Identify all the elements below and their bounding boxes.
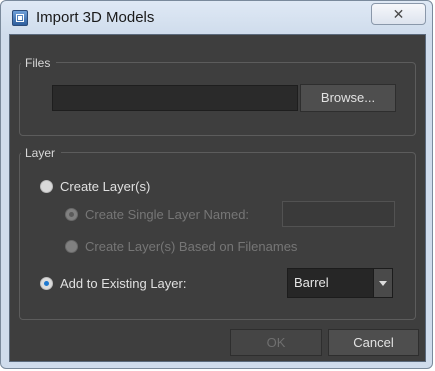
close-icon: ✕ — [392, 6, 405, 22]
chevron-down-icon[interactable] — [373, 269, 392, 297]
file-path-field[interactable] — [52, 85, 298, 111]
add-existing-layer-label: Add to Existing Layer: — [60, 276, 187, 291]
close-button[interactable]: ✕ — [371, 3, 426, 25]
import-3d-models-dialog: Import 3D Models ✕ Files Browse... Layer… — [0, 0, 433, 369]
create-by-filenames-radio — [65, 240, 78, 253]
layer-group-label: Layer — [21, 146, 62, 160]
files-group-label: Files — [21, 56, 57, 70]
app-icon — [12, 10, 28, 26]
create-layers-radio[interactable] — [40, 180, 53, 193]
ok-button[interactable]: OK — [230, 329, 322, 356]
single-layer-name-field — [282, 201, 395, 227]
create-by-filenames-label: Create Layer(s) Based on Filenames — [85, 239, 298, 254]
title-bar[interactable]: Import 3D Models ✕ — [1, 1, 432, 35]
cancel-button[interactable]: Cancel — [328, 329, 419, 356]
create-single-layer-radio — [65, 208, 78, 221]
existing-layer-value: Barrel — [294, 275, 329, 290]
create-layers-label: Create Layer(s) — [60, 179, 151, 194]
browse-button[interactable]: Browse... — [300, 84, 396, 112]
window-title: Import 3D Models — [36, 9, 155, 26]
existing-layer-select[interactable]: Barrel — [287, 268, 393, 298]
add-existing-layer-radio[interactable] — [40, 277, 53, 290]
create-single-layer-label: Create Single Layer Named: — [85, 207, 250, 222]
dialog-body: Files Browse... Layer Create Layer(s) Cr… — [9, 34, 426, 362]
